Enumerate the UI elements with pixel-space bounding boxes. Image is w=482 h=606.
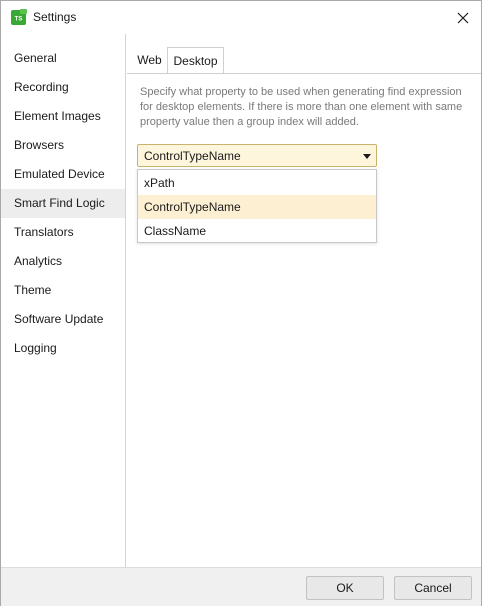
title-bar: TS Settings <box>1 1 481 34</box>
sidebar-item-logging[interactable]: Logging <box>1 334 125 363</box>
tab-desktop[interactable]: Desktop <box>167 47 224 73</box>
description-text: Specify what property to be used when ge… <box>140 86 463 128</box>
ok-button[interactable]: OK <box>306 576 384 600</box>
option-xpath[interactable]: xPath <box>138 171 376 195</box>
combobox-dropdown-list: xPath ControlTypeName ClassName <box>137 169 377 243</box>
sidebar-item-element-images[interactable]: Element Images <box>1 102 125 131</box>
ts-logo-icon: TS <box>11 9 27 25</box>
settings-sidebar: General Recording Element Images Browser… <box>1 34 126 567</box>
sidebar-item-translators[interactable]: Translators <box>1 218 125 247</box>
sidebar-item-emulated-device[interactable]: Emulated Device <box>1 160 125 189</box>
sidebar-item-theme[interactable]: Theme <box>1 276 125 305</box>
option-classname[interactable]: ClassName <box>138 219 376 243</box>
tab-divider <box>127 73 481 74</box>
window-title: Settings <box>33 10 77 24</box>
settings-window: TS Settings General Recording Element Im… <box>0 0 482 606</box>
sidebar-item-software-update[interactable]: Software Update <box>1 305 125 334</box>
sidebar-item-general[interactable]: General <box>1 44 125 73</box>
tab-web[interactable]: Web <box>132 47 167 73</box>
option-controltypename[interactable]: ControlTypeName <box>138 195 376 219</box>
find-property-combobox[interactable]: ControlTypeName <box>137 144 377 167</box>
cancel-button[interactable]: Cancel <box>394 576 472 600</box>
dialog-footer: OK Cancel <box>1 567 481 606</box>
dropdown-arrow-icon[interactable] <box>362 151 372 161</box>
sidebar-item-recording[interactable]: Recording <box>1 73 125 102</box>
sidebar-item-browsers[interactable]: Browsers <box>1 131 125 160</box>
svg-text:TS: TS <box>15 17 23 23</box>
close-icon <box>457 12 469 23</box>
close-button[interactable] <box>445 3 481 32</box>
sidebar-item-smart-find-logic[interactable]: Smart Find Logic <box>1 189 125 218</box>
sidebar-item-analytics[interactable]: Analytics <box>1 247 125 276</box>
combobox-value: ControlTypeName <box>144 149 241 163</box>
